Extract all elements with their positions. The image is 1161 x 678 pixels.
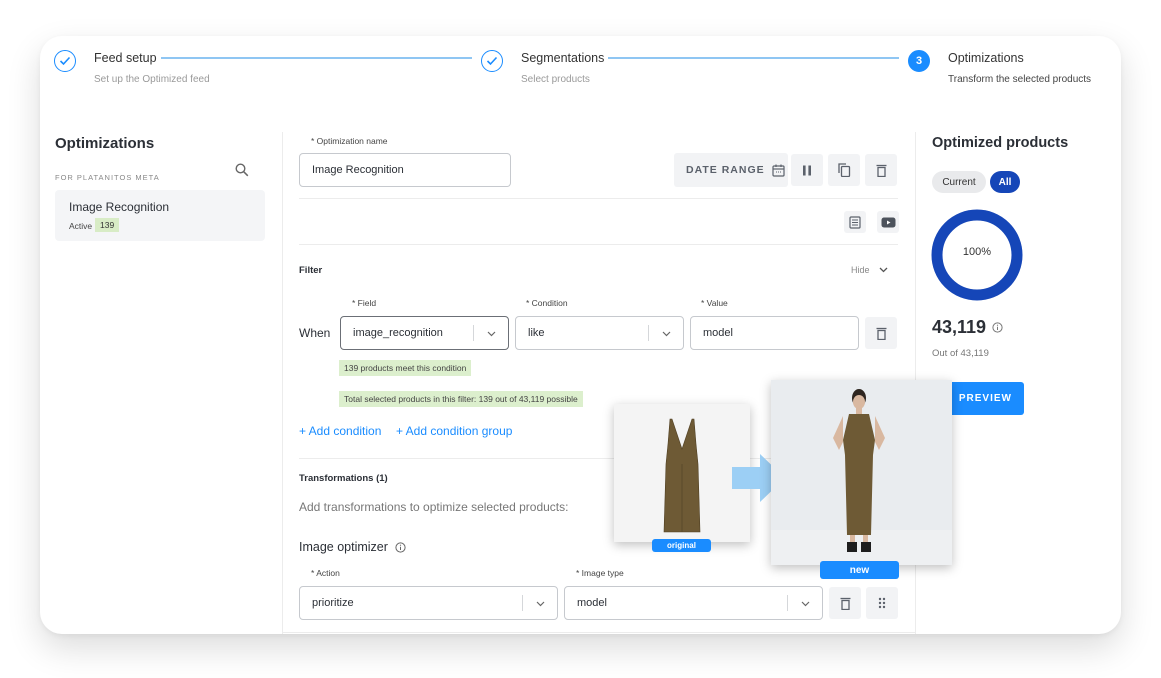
date-range-button[interactable]: DATE RANGE — [674, 153, 788, 187]
pause-icon — [803, 165, 811, 175]
pause-button[interactable] — [791, 154, 823, 186]
step-title: Optimizations — [948, 51, 1024, 65]
action-select[interactable]: prioritize — [299, 586, 558, 620]
field-select[interactable]: image_recognition — [340, 316, 509, 350]
app-window: Feed setup Set up the Optimized feed Seg… — [40, 36, 1121, 634]
select-separator — [787, 595, 788, 611]
hide-label: Hide — [851, 265, 870, 275]
sidebar-title: Optimizations — [55, 135, 155, 152]
documentation-button[interactable] — [844, 211, 866, 233]
original-tag: original — [652, 539, 711, 552]
video-icon — [881, 217, 895, 227]
status-label: Active — [69, 221, 93, 231]
model-image — [771, 389, 952, 565]
value-label: * Value — [701, 298, 728, 308]
check-circle-icon — [54, 50, 76, 72]
original-product-image — [614, 404, 750, 542]
total-selected-note: Total selected products in this filter: … — [339, 391, 583, 407]
toggle-all[interactable]: All — [990, 171, 1020, 193]
value-input[interactable]: model — [690, 316, 859, 350]
optimization-name-input[interactable]: Image Recognition — [299, 153, 511, 187]
chevron-down-icon — [536, 601, 545, 607]
duplicate-button[interactable] — [828, 154, 860, 186]
calendar-icon — [772, 164, 785, 177]
chevron-down-icon — [879, 267, 887, 273]
toggle-current[interactable]: Current — [932, 171, 986, 193]
date-range-label: DATE RANGE — [686, 164, 765, 176]
delete-optimization-button[interactable] — [865, 154, 897, 186]
delete-transformation-button[interactable] — [829, 587, 861, 619]
count-badge: 139 — [95, 218, 120, 232]
new-product-image — [771, 380, 952, 565]
step-title: Segmentations — [521, 51, 605, 65]
new-tag: new — [820, 561, 899, 579]
action-select-value: prioritize — [312, 597, 354, 609]
filter-title: Filter — [299, 265, 323, 276]
donut-percent-label: 100% — [962, 246, 992, 258]
divider — [282, 632, 915, 633]
condition-select[interactable]: like — [515, 316, 684, 350]
image-type-select-value: model — [577, 597, 607, 609]
video-tutorial-button[interactable] — [877, 211, 899, 233]
condition-match-note: 139 products meet this condition — [339, 360, 472, 376]
search-icon[interactable] — [235, 163, 249, 177]
when-label: When — [299, 326, 331, 340]
field-label: * Field — [352, 298, 377, 308]
step-connector — [161, 57, 472, 59]
field-select-value: image_recognition — [353, 327, 443, 339]
select-separator — [473, 325, 474, 341]
preview-label: PREVIEW — [958, 393, 1012, 404]
hide-filter-toggle[interactable]: Hide — [851, 265, 888, 275]
divider — [299, 198, 898, 199]
image-optimizer-heading: Image optimizer — [299, 540, 406, 554]
step-connector — [608, 57, 899, 59]
drag-handle-icon — [878, 597, 886, 609]
step-title: Feed setup — [94, 51, 157, 65]
condition-label: * Condition — [526, 298, 568, 308]
copy-icon — [837, 163, 850, 177]
info-icon[interactable] — [395, 541, 406, 553]
dress-image — [663, 418, 701, 533]
column-divider — [282, 132, 283, 634]
add-condition-link[interactable]: + Add condition — [299, 424, 381, 438]
step-subtitle: Select products — [521, 74, 590, 85]
condition-select-value: like — [528, 327, 545, 339]
out-of-total: Out of 43,119 — [932, 348, 989, 359]
image-type-label: * Image type — [576, 568, 624, 578]
transformations-title: Transformations (1) — [299, 473, 388, 484]
select-separator — [522, 595, 523, 611]
optimized-count-value: 43,119 — [932, 317, 987, 337]
step-subtitle: Set up the Optimized feed — [94, 74, 210, 85]
info-icon[interactable] — [992, 322, 1003, 333]
image-type-select[interactable]: model — [564, 586, 823, 620]
step-number-badge: 3 — [908, 50, 930, 72]
optimization-name-label: * Optimization name — [311, 136, 388, 146]
optimized-products-title: Optimized products — [932, 135, 1069, 151]
image-optimizer-title: Image optimizer — [299, 540, 388, 554]
trash-icon — [840, 597, 850, 610]
trash-icon — [876, 164, 886, 177]
sidebar-subtitle: FOR PLATANITOS META — [55, 173, 160, 182]
optimized-count: 43,119 — [932, 317, 1003, 338]
action-label: * Action — [311, 568, 340, 578]
select-separator — [648, 325, 649, 341]
check-circle-icon — [481, 50, 503, 72]
chevron-down-icon — [801, 601, 810, 607]
optimization-name: Image Recognition — [69, 200, 170, 214]
trash-icon — [876, 327, 886, 340]
divider — [299, 244, 898, 245]
drag-handle[interactable] — [866, 587, 898, 619]
delete-condition-button[interactable] — [865, 317, 897, 349]
transformations-description: Add transformations to optimize selected… — [299, 500, 569, 514]
step-subtitle: Transform the selected products — [948, 74, 1092, 85]
chevron-down-icon — [487, 331, 496, 337]
optimization-list-item[interactable]: Image Recognition Active 139 — [55, 190, 265, 241]
document-icon — [849, 215, 861, 229]
add-condition-group-link[interactable]: + Add condition group — [396, 424, 512, 438]
chevron-down-icon — [662, 331, 671, 337]
